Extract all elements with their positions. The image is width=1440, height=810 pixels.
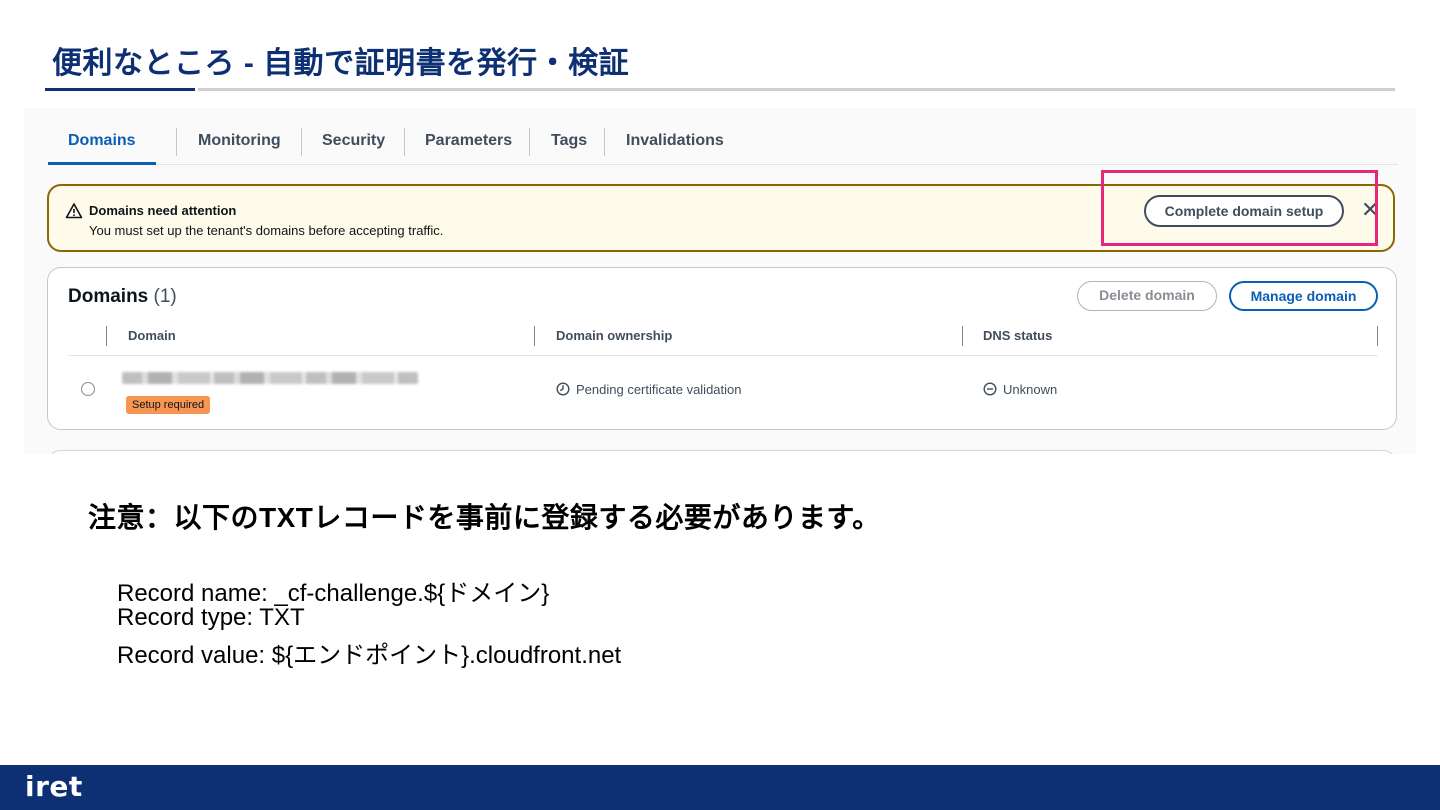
ownership-status: Pending certificate validation	[556, 382, 742, 397]
record-name-line: Record name: _cf-challenge.${ドメイン}	[117, 580, 550, 607]
record-value-line: Record value: ${エンドポイント}.cloudfront.net	[117, 642, 622, 669]
column-divider	[106, 326, 107, 346]
delete-domain-button[interactable]: Delete domain	[1077, 281, 1217, 311]
dns-status-text: Unknown	[1003, 382, 1058, 397]
domains-card-title: Domains (1)	[68, 286, 177, 308]
alert-message: You must set up the tenant's domains bef…	[89, 223, 444, 238]
footer-bar: iret	[0, 765, 1440, 810]
tab-domains[interactable]: Domains	[48, 108, 156, 165]
tab-divider	[176, 128, 177, 156]
manage-domain-button[interactable]: Manage domain	[1229, 281, 1378, 311]
setup-required-badge: Setup required	[126, 396, 211, 414]
tab-divider	[604, 128, 605, 156]
domains-count: (1)	[153, 286, 177, 307]
dns-status: Unknown	[983, 382, 1057, 397]
next-card-edge	[47, 450, 1397, 454]
column-divider	[962, 326, 963, 346]
redacted-domain-name	[122, 372, 418, 384]
ownership-status-text: Pending certificate validation	[576, 382, 742, 397]
column-header-domain[interactable]: Domain	[128, 328, 176, 343]
table-header-divider	[68, 355, 1378, 356]
minus-circle-icon	[983, 382, 997, 396]
warning-icon	[65, 203, 83, 219]
alert-title: Domains need attention	[89, 203, 237, 218]
iret-logo: iret	[25, 770, 83, 803]
tab-monitoring[interactable]: Monitoring	[178, 108, 301, 164]
column-divider	[534, 326, 535, 346]
title-underline	[198, 88, 1395, 91]
notice-heading: 注意：以下のTXTレコードを事前に登録する必要があります。	[88, 502, 881, 533]
highlight-frame	[1101, 170, 1378, 246]
clock-icon	[556, 382, 570, 396]
tab-parameters[interactable]: Parameters	[405, 108, 532, 164]
tab-divider	[529, 128, 530, 156]
domains-table-card: Domains (1) Delete domain Manage domain …	[47, 267, 1397, 430]
tab-security[interactable]: Security	[302, 108, 405, 164]
console-screenshot: Domains Monitoring Security Parameters T…	[24, 108, 1416, 454]
column-header-dns-status[interactable]: DNS status	[983, 328, 1052, 343]
column-divider	[1377, 326, 1378, 346]
title-underline-accent	[45, 88, 195, 91]
tab-tags[interactable]: Tags	[531, 108, 607, 164]
tab-bar: Domains Monitoring Security Parameters T…	[48, 108, 1398, 165]
tab-invalidations[interactable]: Invalidations	[606, 108, 744, 164]
domains-card-heading: Domains	[68, 286, 149, 307]
column-header-domain-ownership[interactable]: Domain ownership	[556, 328, 672, 343]
record-type-line: Record type: TXT	[117, 604, 305, 631]
slide-title: 便利なところ - 自動で証明書を発行・検証	[52, 47, 630, 80]
row-select-radio[interactable]	[81, 382, 95, 396]
